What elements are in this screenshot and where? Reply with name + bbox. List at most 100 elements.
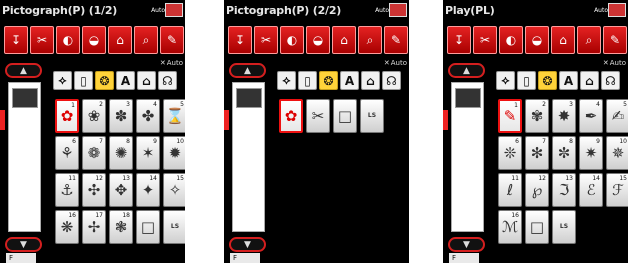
pattern-tile[interactable]: 5 ✍ <box>606 99 628 133</box>
tile-glyph: ⌛ <box>165 106 185 125</box>
category-button-6[interactable]: ☊ <box>601 71 620 90</box>
pattern-tile[interactable]: 16 ℳ <box>498 210 522 244</box>
pattern-tile[interactable]: 3 ✽ <box>109 99 133 133</box>
category-button-5[interactable]: ⌂ <box>361 71 380 90</box>
pattern-tile[interactable]: 16 ❋ <box>55 210 79 244</box>
pattern-tile[interactable]: □ <box>333 99 357 133</box>
tile-glyph: ℓ <box>506 180 514 199</box>
pattern-tile[interactable]: 12 ✣ <box>82 173 106 207</box>
category-button-1[interactable]: ⟡ <box>496 71 515 90</box>
scroll-down-button[interactable]: ▼ <box>5 237 42 252</box>
scroll-up-button[interactable]: ▲ <box>448 63 485 78</box>
tool-button-7[interactable]: ✎ <box>603 26 627 54</box>
pattern-tile[interactable]: 2 ❀ <box>82 99 106 133</box>
category-button-2[interactable]: ▯ <box>517 71 536 90</box>
selection-marker <box>224 110 229 130</box>
pattern-tile[interactable]: LS <box>360 99 384 133</box>
pattern-tile[interactable]: ✿ <box>279 99 303 133</box>
pattern-tile[interactable]: 10 ✹ <box>163 136 185 170</box>
pattern-tile[interactable]: □ <box>525 210 549 244</box>
pattern-grid: ✿ ✂ □ LS <box>279 99 409 133</box>
pattern-tile[interactable]: 11 ℓ <box>498 173 522 207</box>
preview-thumbnail <box>12 88 38 108</box>
toolbar-icon: ✂ <box>479 33 491 47</box>
pattern-tile[interactable]: LS <box>163 210 185 244</box>
tool-button-3[interactable]: ◐ <box>280 26 304 54</box>
pattern-tile[interactable]: □ <box>136 210 160 244</box>
category-button-6[interactable]: ☊ <box>382 71 401 90</box>
toolbar-icon: ◐ <box>62 33 74 47</box>
tool-button-4[interactable]: ◒ <box>525 26 549 54</box>
category-button-1[interactable]: ⟡ <box>277 71 296 90</box>
pattern-tile[interactable]: 8 ✼ <box>552 136 576 170</box>
category-button-2[interactable]: ▯ <box>298 71 317 90</box>
tile-number: 10 <box>619 138 627 145</box>
category-button-4[interactable]: A <box>340 71 359 90</box>
scroll-down-button[interactable]: ▼ <box>229 237 266 252</box>
tool-button-5[interactable]: ⌂ <box>332 26 356 54</box>
tool-button-7[interactable]: ✎ <box>384 26 408 54</box>
tile-number: 8 <box>569 138 573 145</box>
pattern-tile[interactable]: 14 ℰ <box>579 173 603 207</box>
category-button-3[interactable]: ❂ <box>538 71 557 90</box>
tool-button-2[interactable]: ✂ <box>473 26 497 54</box>
tool-button-6[interactable]: ⌕ <box>577 26 601 54</box>
tool-button-1[interactable]: ↧ <box>447 26 471 54</box>
pattern-tile[interactable]: 1 ✿ <box>55 99 79 133</box>
sx-auto-label: ✕ Auto <box>383 59 407 67</box>
pattern-tile[interactable]: 17 ✢ <box>82 210 106 244</box>
pattern-tile[interactable]: ✂ <box>306 99 330 133</box>
tile-glyph: ℘ <box>531 180 543 199</box>
scroll-down-button[interactable]: ▼ <box>448 237 485 252</box>
tool-button-2[interactable]: ✂ <box>30 26 54 54</box>
pattern-tile[interactable]: LS <box>552 210 576 244</box>
pattern-tile[interactable]: 4 ✒ <box>579 99 603 133</box>
category-button-3[interactable]: ❂ <box>319 71 338 90</box>
pattern-tile[interactable]: 15 ℱ <box>606 173 628 207</box>
scroll-up-button[interactable]: ▲ <box>5 63 42 78</box>
category-button-5[interactable]: ⌂ <box>580 71 599 90</box>
pattern-tile[interactable]: 13 ✥ <box>109 173 133 207</box>
pattern-tile[interactable]: 8 ✺ <box>109 136 133 170</box>
pattern-tile[interactable]: 6 ⚘ <box>55 136 79 170</box>
pattern-tile[interactable]: 7 ❁ <box>82 136 106 170</box>
category-button-5[interactable]: ⌂ <box>137 71 156 90</box>
category-button-1[interactable]: ⟡ <box>53 71 72 90</box>
pattern-tile[interactable]: 14 ✦ <box>136 173 160 207</box>
pattern-tile[interactable]: 9 ✷ <box>579 136 603 170</box>
tool-button-1[interactable]: ↧ <box>228 26 252 54</box>
pattern-tile[interactable]: 13 ℑ <box>552 173 576 207</box>
pattern-tile[interactable]: 4 ✤ <box>136 99 160 133</box>
pattern-tile[interactable]: 9 ✶ <box>136 136 160 170</box>
category-button-3[interactable]: ❂ <box>95 71 114 90</box>
tool-button-3[interactable]: ◐ <box>56 26 80 54</box>
tool-button-2[interactable]: ✂ <box>254 26 278 54</box>
pattern-tile[interactable]: 3 ✸ <box>552 99 576 133</box>
pattern-tile[interactable]: 12 ℘ <box>525 173 549 207</box>
tool-button-4[interactable]: ◒ <box>306 26 330 54</box>
pattern-tile[interactable]: 2 ✾ <box>525 99 549 133</box>
tool-button-7[interactable]: ✎ <box>160 26 184 54</box>
toolbar-icon: ✂ <box>260 33 272 47</box>
category-button-6[interactable]: ☊ <box>158 71 177 90</box>
tool-button-3[interactable]: ◐ <box>499 26 523 54</box>
pattern-tile[interactable]: 11 ⚓ <box>55 173 79 207</box>
tool-button-4[interactable]: ◒ <box>82 26 106 54</box>
tool-button-5[interactable]: ⌂ <box>108 26 132 54</box>
pattern-tile[interactable]: 6 ❊ <box>498 136 522 170</box>
tool-button-6[interactable]: ⌕ <box>358 26 382 54</box>
pattern-tile[interactable]: 1 ✎ <box>498 99 522 133</box>
pattern-tile[interactable]: 10 ✵ <box>606 136 628 170</box>
pattern-tile[interactable]: 5 ⌛ <box>163 99 185 133</box>
pattern-tile[interactable]: 15 ✧ <box>163 173 185 207</box>
tile-glyph: ✎ <box>503 106 517 125</box>
tool-button-5[interactable]: ⌂ <box>551 26 575 54</box>
scroll-up-button[interactable]: ▲ <box>229 63 266 78</box>
tool-button-6[interactable]: ⌕ <box>134 26 158 54</box>
pattern-tile[interactable]: 7 ✻ <box>525 136 549 170</box>
category-button-4[interactable]: A <box>559 71 578 90</box>
category-button-4[interactable]: A <box>116 71 135 90</box>
pattern-tile[interactable]: 18 ❃ <box>109 210 133 244</box>
category-button-2[interactable]: ▯ <box>74 71 93 90</box>
tool-button-1[interactable]: ↧ <box>4 26 28 54</box>
